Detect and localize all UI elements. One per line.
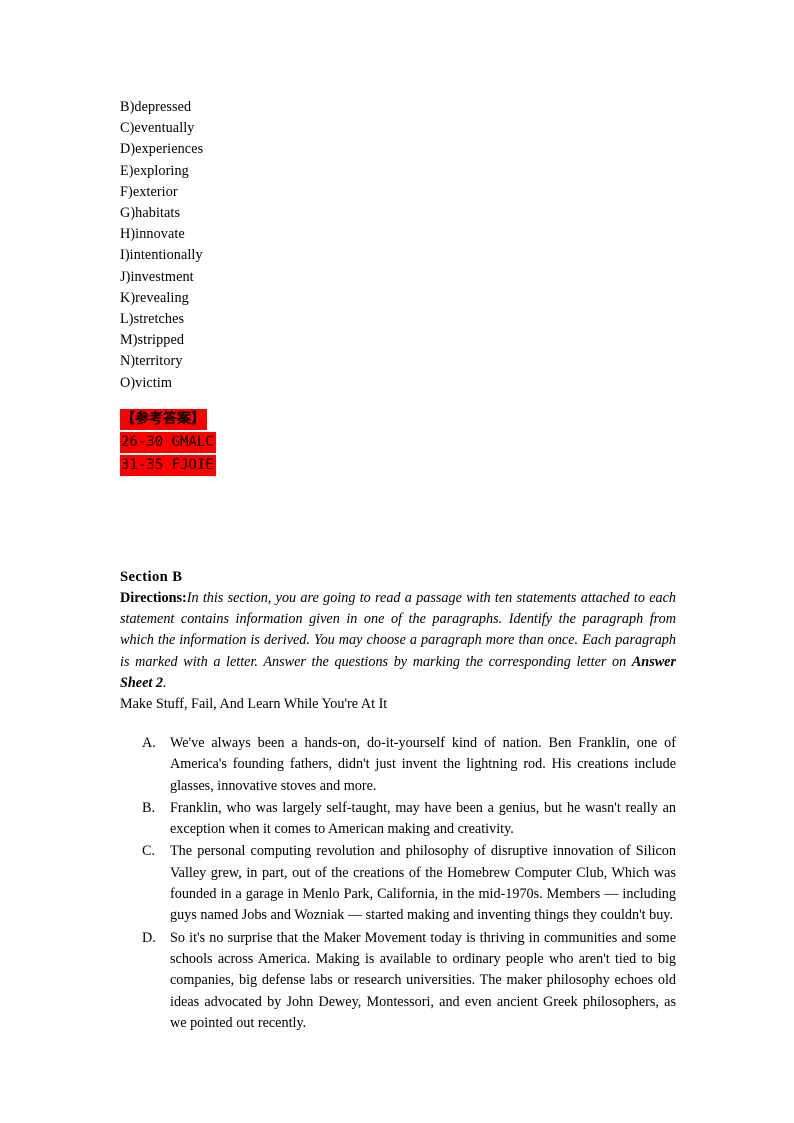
word-bank-item: L)stretches bbox=[120, 311, 185, 328]
word-bank-item: C)eventually bbox=[120, 120, 195, 137]
word-bank-item: N)territory bbox=[120, 353, 183, 370]
answer-key-row: 26-30 GMALC bbox=[120, 432, 216, 453]
word-bank-item: B)depressed bbox=[120, 99, 192, 115]
passage-paragraph: A. We've always been a hands-on, do-it-y… bbox=[120, 733, 676, 797]
word-bank-item: J)investment bbox=[120, 268, 194, 285]
word-bank-item: D)experiences bbox=[120, 141, 204, 158]
word-bank-item: F)exterior bbox=[120, 183, 178, 200]
passage-paragraph: C. The personal computing revolution and… bbox=[120, 841, 676, 926]
paragraph-letter: A. bbox=[142, 735, 156, 751]
directions-body-text: In this section, you are going to read a… bbox=[120, 590, 676, 670]
passage-paragraph-list: A. We've always been a hands-on, do-it-y… bbox=[120, 733, 676, 1035]
word-bank-list: B)depressed C)eventually D)experiences E… bbox=[120, 97, 540, 394]
section-heading: Section B bbox=[120, 569, 183, 585]
answer-key-title: 【参考答案】 bbox=[120, 409, 207, 430]
word-bank-item: E)exploring bbox=[120, 162, 189, 179]
passage-title: Make Stuff, Fail, And Learn While You're… bbox=[120, 696, 388, 713]
passage-paragraph: B. Franklin, who was largely self-taught… bbox=[120, 798, 676, 841]
directions-body-tail: . bbox=[162, 674, 167, 691]
word-bank-item: H)innovate bbox=[120, 226, 185, 243]
answer-key-block: 【参考答案】 26-30 GMALC 31-35 FJOIE bbox=[120, 409, 216, 476]
passage-paragraph: D. So it's no surprise that the Maker Mo… bbox=[120, 928, 676, 1034]
word-bank-item: K)revealing bbox=[120, 289, 189, 306]
word-bank-item: M)stripped bbox=[120, 332, 185, 349]
paragraph-text: Franklin, who was largely self-taught, m… bbox=[170, 799, 676, 838]
document-page: B)depressed C)eventually D)experiences E… bbox=[0, 0, 794, 1123]
word-bank-item: G)habitats bbox=[120, 205, 181, 222]
paragraph-text: The personal computing revolution and ph… bbox=[170, 843, 676, 924]
word-bank-item: O)victim bbox=[120, 374, 173, 391]
paragraph-letter: D. bbox=[142, 929, 156, 946]
paragraph-text: So it's no surprise that the Maker Movem… bbox=[170, 929, 676, 1031]
paragraph-text: We've always been a hands-on, do-it-your… bbox=[170, 735, 676, 794]
directions-paragraph: Directions:In this section, you are goin… bbox=[120, 588, 676, 694]
section-b-block: Section B Directions:In this section, yo… bbox=[120, 567, 676, 715]
word-bank-item: I)intentionally bbox=[120, 247, 203, 264]
directions-label: Directions: bbox=[120, 590, 187, 606]
paragraph-letter: B. bbox=[142, 799, 156, 816]
paragraph-letter: C. bbox=[142, 843, 156, 860]
answer-key-row: 31-35 FJOIE bbox=[120, 455, 216, 476]
